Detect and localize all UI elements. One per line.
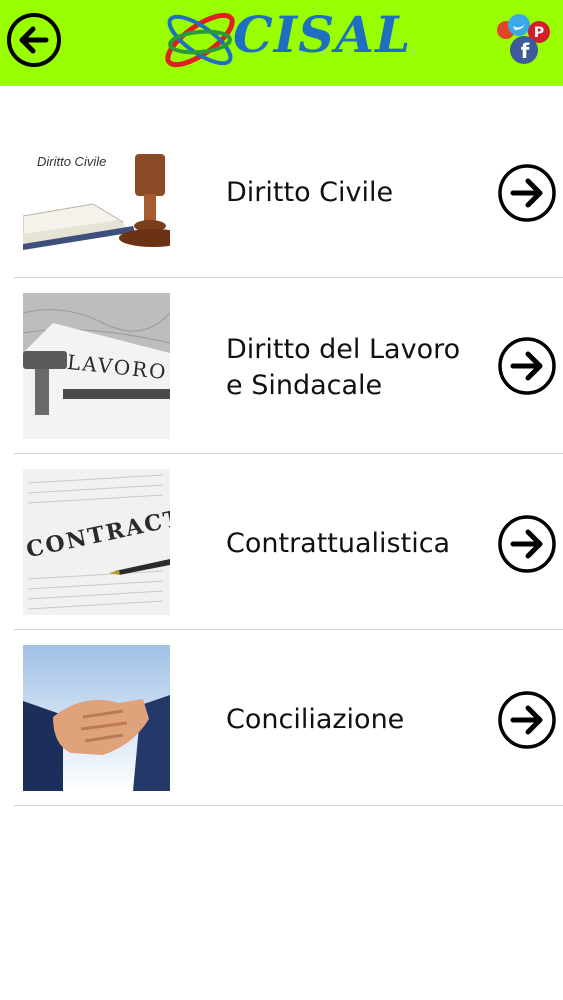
open-diritto-civile-button[interactable] xyxy=(497,163,557,223)
arrow-right-circle-icon xyxy=(498,691,556,749)
diritto-lavoro-thumbnail: LAVORO xyxy=(23,293,170,439)
menu-item-diritto-lavoro[interactable]: LAVORO Diritto del Lavoro e Sindacale xyxy=(0,278,563,454)
menu-item-diritto-civile[interactable]: Diritto Civile Diritto Civile xyxy=(0,103,563,278)
social-media-cluster-icon: P f xyxy=(497,14,550,64)
arrow-left-circle-icon xyxy=(7,13,61,67)
menu-item-conciliazione[interactable]: Conciliazione xyxy=(0,630,563,806)
conciliazione-thumbnail xyxy=(23,645,170,791)
cisal-logo: CISAL xyxy=(155,0,410,84)
header-bar: CISAL P f xyxy=(0,0,563,86)
open-diritto-lavoro-button[interactable] xyxy=(497,336,557,396)
contrattualistica-thumbnail: CONTRACT xyxy=(23,469,170,615)
open-contrattualistica-button[interactable] xyxy=(497,514,557,574)
menu-item-contrattualistica[interactable]: CONTRACT Contrattualistica xyxy=(0,454,563,630)
arrow-right-circle-icon xyxy=(498,337,556,395)
logo-text: CISAL xyxy=(233,5,412,64)
svg-text:f: f xyxy=(521,39,530,63)
arrow-right-circle-icon xyxy=(498,515,556,573)
orbit-emblem-icon xyxy=(165,12,235,68)
handshake-icon xyxy=(23,645,170,791)
arrow-right-circle-icon xyxy=(498,164,556,222)
svg-text:P: P xyxy=(534,25,544,41)
back-button[interactable] xyxy=(6,12,62,68)
menu-item-label: Diritto del Lavoro e Sindacale xyxy=(226,334,461,401)
social-media-button[interactable]: P f xyxy=(494,12,556,70)
open-conciliazione-button[interactable] xyxy=(497,690,557,750)
diritto-civile-thumbnail: Diritto Civile xyxy=(23,154,170,264)
menu-list: Diritto Civile Diritto Civile LAVORO Dir… xyxy=(0,103,563,806)
menu-item-label: Contrattualistica xyxy=(226,528,451,559)
menu-item-label: Diritto Civile xyxy=(226,177,394,208)
gavel-book-icon xyxy=(23,154,170,250)
menu-item-label: Conciliazione xyxy=(226,704,405,735)
